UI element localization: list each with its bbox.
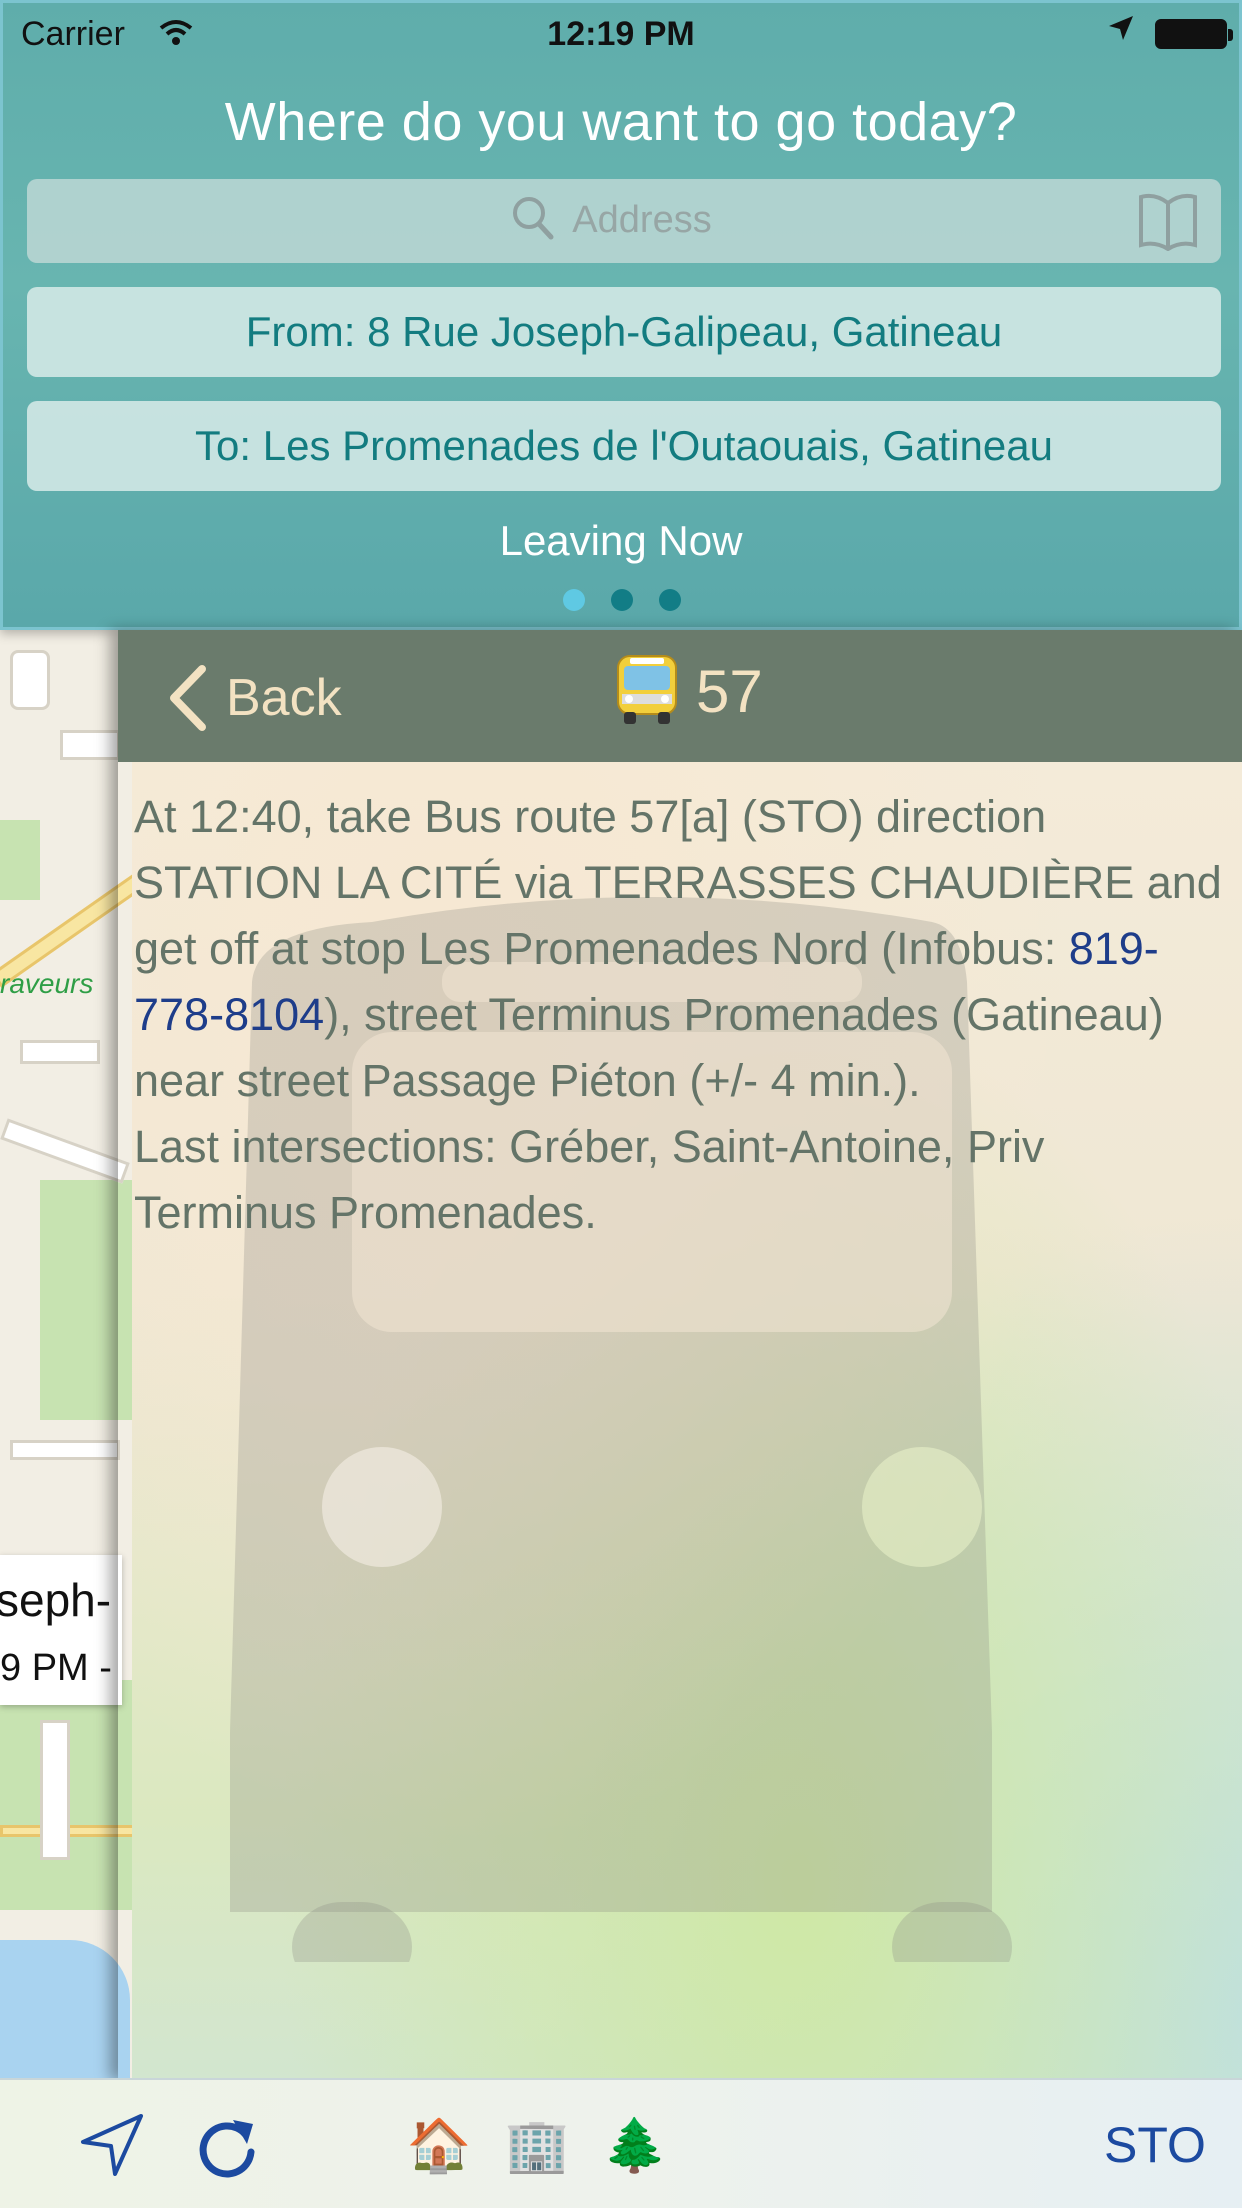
clock: 12:19 PM [547,15,695,53]
address-search-field[interactable]: Address [27,179,1221,263]
water-area [0,1940,130,2080]
bottom-toolbar: 🏠 🏢 🌲 STO [0,2078,1242,2208]
bookmarks-icon[interactable] [1137,191,1199,256]
house-icon: 🏠 [406,2116,472,2175]
map-callout[interactable]: seph- 9 PM - [0,1555,122,1705]
departure-time-button[interactable]: Leaving Now [3,517,1239,565]
map-road-label: raveurs [0,968,94,999]
refresh-button[interactable] [188,2110,268,2180]
home-button[interactable]: 🏠 [404,2110,474,2180]
address-placeholder: Address [572,199,712,241]
page-dot-1[interactable] [563,589,585,611]
bus-icon [614,652,680,731]
map-callout-subtitle: 9 PM - [0,1647,112,1689]
instruction-text: At 12:40, take Bus route 57[a] (STO) dir… [134,791,1222,974]
map-road [20,1040,100,1064]
status-bar: Carrier 12:19 PM [3,3,1239,63]
back-button[interactable]: Back [164,660,342,736]
step-instructions: At 12:40, take Bus route 57[a] (STO) dir… [134,784,1234,1246]
navigation-arrow-button[interactable] [72,2110,152,2180]
map-callout-title: seph- [0,1574,112,1626]
destination-prompt: Where do you want to go today? [224,92,1018,152]
from-address-button[interactable]: From: 8 Rue Joseph-Galipeau, Gatineau [27,287,1221,377]
battery-icon [1155,19,1233,49]
refresh-icon [199,2120,255,2178]
search-panel: Carrier 12:19 PM Where do you want to go… [0,0,1242,630]
park-area [0,820,40,900]
office-building-icon: 🏢 [504,2116,570,2175]
map-road [10,650,50,710]
leisure-button[interactable]: 🌲 [600,2110,670,2180]
chevron-left-icon [170,665,206,731]
route-number: 57 [696,658,763,725]
tree-icon: 🌲 [602,2116,668,2175]
location-arrow-icon [1107,13,1135,50]
route-title: 57 [614,652,763,731]
page-dot-3[interactable] [659,589,681,611]
map-road [40,1720,70,1860]
work-button[interactable]: 🏢 [502,2110,572,2180]
agency-sto-button[interactable]: STO [1090,2110,1220,2180]
back-label: Back [226,669,342,727]
last-intersections: Last intersections: Gréber, Saint-Antoin… [134,1121,1045,1238]
navigation-arrow-icon [81,2114,143,2176]
detail-header: Back 57 [118,630,1242,762]
map-road [0,1118,130,1184]
map-road [60,730,120,760]
page-dot-2[interactable] [611,589,633,611]
to-address-button[interactable]: To: Les Promenades de l'Outaouais, Gatin… [27,401,1221,491]
map-road [10,1440,120,1460]
